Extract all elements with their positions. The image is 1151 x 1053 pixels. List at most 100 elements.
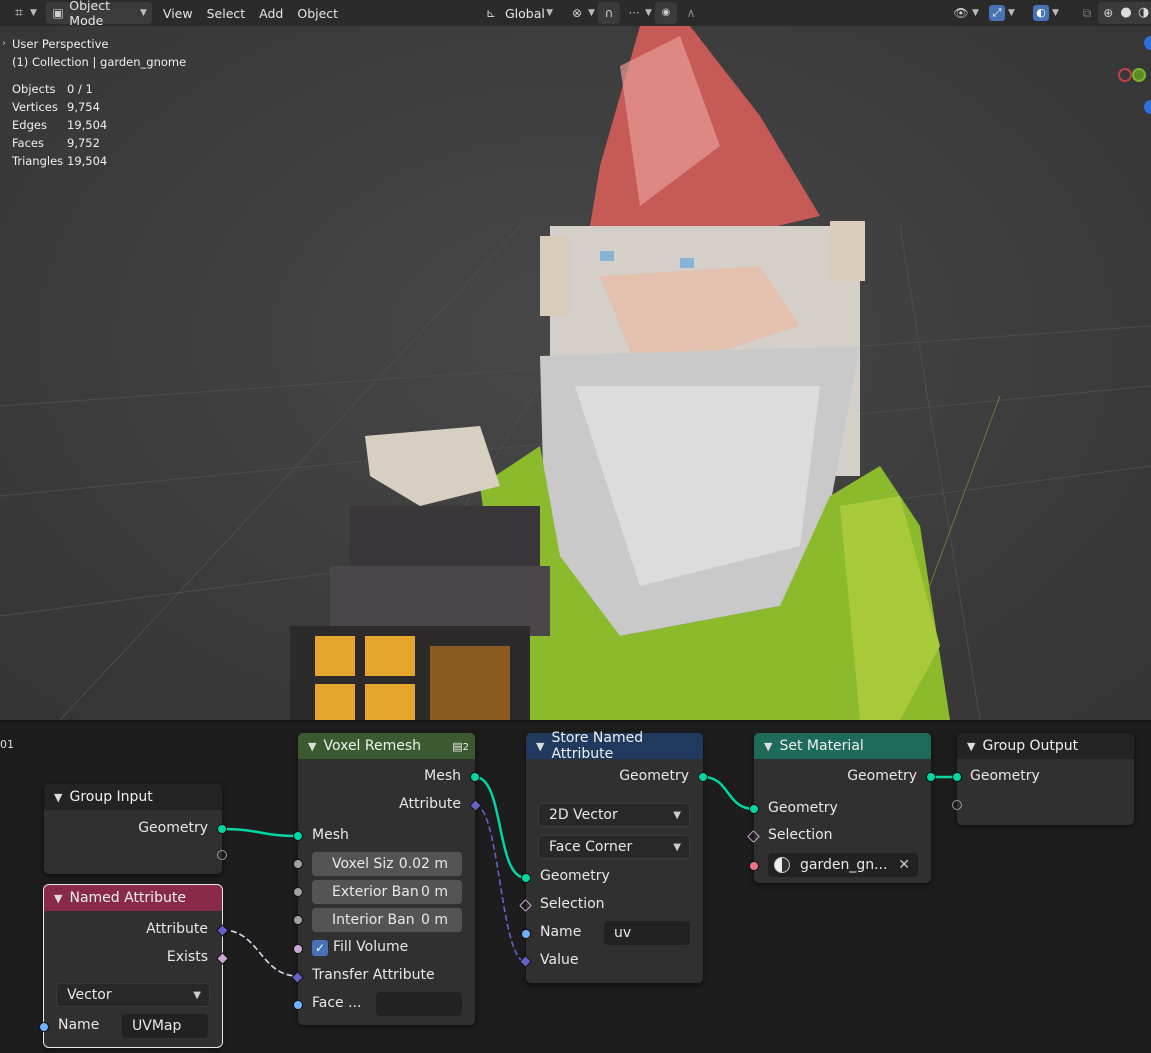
collapse-chevron-icon[interactable]: ▼ <box>536 740 544 753</box>
mesh-output-socket[interactable] <box>470 772 480 782</box>
domain-dropdown[interactable]: Face Corner ▼ <box>538 835 690 859</box>
magnet-icon: ∩ <box>604 6 614 20</box>
menu-select[interactable]: Select <box>202 2 251 24</box>
overlays-toggle[interactable]: ◐ ▼ <box>1028 2 1064 24</box>
node-header[interactable]: ▼ Group Output <box>957 733 1134 759</box>
face-input-socket[interactable] <box>293 1000 303 1010</box>
name-input-label: Name <box>540 924 582 940</box>
collapse-chevron-icon[interactable]: ▼ <box>54 892 62 905</box>
attribute-output-label: Attribute <box>399 796 461 812</box>
eye-icon: 👁 <box>953 6 969 20</box>
stat-row: Objects 0 / 1 <box>12 82 93 96</box>
geometry-input-socket[interactable] <box>521 873 531 883</box>
overlays-icon: ◐ <box>1033 5 1049 21</box>
clear-material-icon[interactable]: ✕ <box>898 857 910 873</box>
geometry-output-socket[interactable] <box>698 772 708 782</box>
viewport-grid <box>0 26 1151 720</box>
snap-increment-icon: ⋯ <box>628 6 640 19</box>
name-input-field[interactable]: uv <box>604 921 690 945</box>
exterior-band-field[interactable]: Exterior Ban 0 m <box>312 880 462 904</box>
menu-view[interactable]: View <box>158 2 198 24</box>
stat-row: Triangles 19,504 <box>12 154 108 168</box>
node-header[interactable]: ▼ Store Named Attribute <box>526 730 703 762</box>
node-group-icon[interactable]: ▤2 <box>452 740 469 753</box>
interior-band-field[interactable]: Interior Ban 0 m <box>312 908 462 932</box>
voxel-size-field[interactable]: Voxel Siz 0.02 m <box>312 852 462 876</box>
voxel-size-socket[interactable] <box>293 859 303 869</box>
data-type-dropdown[interactable]: Vector ▼ <box>56 983 210 1007</box>
material-shading-icon[interactable]: ◑ <box>1136 5 1151 21</box>
collapse-chevron-icon[interactable]: ▼ <box>308 740 316 753</box>
collapse-chevron-icon[interactable]: ▼ <box>54 791 62 804</box>
fill-volume-label: Fill Volume <box>333 939 409 955</box>
shading-mode-buttons[interactable]: ⊕ ● ◑ <box>1098 2 1151 24</box>
view-info: User Perspective (1) Collection | garden… <box>12 35 186 71</box>
group-output-node[interactable]: ▼ Group Output Geometry <box>952 733 1134 825</box>
solid-shading-icon[interactable]: ● <box>1119 5 1134 21</box>
data-type-dropdown[interactable]: 2D Vector ▼ <box>538 803 690 827</box>
sidebar-toggle-icon[interactable]: › <box>2 38 6 49</box>
set-material-node[interactable]: ▼ Set Material Geometry Geometry Selecti… <box>747 733 936 883</box>
geometry-input-socket[interactable] <box>749 804 759 814</box>
scene-stats: Objects 0 / 1 Vertices 9,754 Edges 19,504 F… <box>12 80 107 170</box>
group-input-node[interactable]: ▼ Group Input Geometry <box>44 784 227 874</box>
node-header[interactable]: ▼ Named Attribute <box>44 885 222 911</box>
falloff-button[interactable]: ∧ <box>678 2 704 24</box>
menu-add[interactable]: Add <box>254 2 288 24</box>
proportional-edit-toggle[interactable]: ◉ <box>655 2 677 24</box>
store-named-attribute-node[interactable]: ▼ Store Named Attribute Geometry 2D Vect… <box>519 730 708 983</box>
gnome-model[interactable] <box>290 26 950 720</box>
xray-toggle[interactable]: ⧉ <box>1074 2 1100 24</box>
node-header[interactable]: ▼ Group Input <box>44 784 222 810</box>
navigation-gizmo-x-icon[interactable] <box>1118 68 1132 82</box>
mode-dropdown[interactable]: ▣ Object Mode ▼ <box>45 0 152 28</box>
material-selector[interactable]: garden_gn... ✕ <box>768 853 918 877</box>
fill-volume-socket[interactable] <box>293 944 303 954</box>
falloff-curve-icon: ∧ <box>686 6 696 20</box>
3d-viewport[interactable]: User Perspective (1) Collection | garden… <box>0 26 1151 720</box>
material-name: garden_gn... <box>800 857 888 873</box>
wireframe-shading-icon[interactable]: ⊕ <box>1101 5 1116 21</box>
geometry-input-label: Geometry <box>540 868 610 884</box>
stat-row: Vertices 9,754 <box>12 100 100 114</box>
node-header[interactable]: ▼ Set Material <box>754 733 931 759</box>
geometry-node-editor[interactable]: 01 ▼ Group Input Geometry ▼ Named Attrib… <box>0 720 1151 1053</box>
empty-output-socket[interactable] <box>217 850 227 860</box>
snap-toggle[interactable]: ∩ <box>598 2 620 24</box>
transform-orientation-dropdown[interactable]: ⊾ Global ▼ <box>478 2 558 24</box>
pivot-point-button[interactable]: ⊗ ▼ <box>564 2 600 24</box>
geometry-output-socket[interactable] <box>217 824 227 834</box>
voxel-remesh-node[interactable]: ▼ Voxel Remesh ▤2 Mesh Attribute Mesh Vo… <box>291 733 482 1025</box>
mesh-input-socket[interactable] <box>293 831 303 841</box>
fill-volume-checkbox[interactable]: ✓ <box>312 940 328 956</box>
orientation-label: Global <box>505 5 545 21</box>
selection-input-label: Selection <box>768 827 833 843</box>
gizmo-toggle[interactable]: ⤢ ▼ <box>984 2 1020 24</box>
geometry-input-socket[interactable] <box>952 772 962 782</box>
name-input-socket[interactable] <box>521 929 531 939</box>
navigation-gizmo-y-icon[interactable] <box>1132 68 1146 82</box>
empty-input-socket[interactable] <box>952 800 962 810</box>
navigation-gizmo-z-icon[interactable] <box>1144 36 1151 50</box>
exterior-band-socket[interactable] <box>293 887 303 897</box>
material-input-socket[interactable] <box>749 861 759 871</box>
node-header[interactable]: ▼ Voxel Remesh ▤2 <box>298 733 475 759</box>
collapse-chevron-icon[interactable]: ▼ <box>764 740 772 753</box>
name-input-field[interactable]: UVMap <box>122 1014 208 1038</box>
face-input-label: Face ... <box>312 995 362 1011</box>
editor-type-button[interactable]: ⌗ ▼ <box>6 2 42 24</box>
mesh-input-label: Mesh <box>312 827 349 843</box>
geometry-output-socket[interactable] <box>926 772 936 782</box>
name-input-socket[interactable] <box>39 1022 49 1032</box>
collapse-chevron-icon[interactable]: ▼ <box>967 740 975 753</box>
navigation-gizmo-neg-z-icon[interactable] <box>1144 100 1151 114</box>
material-sphere-icon <box>774 857 790 873</box>
face-input-field[interactable] <box>376 992 462 1016</box>
named-attribute-node[interactable]: ▼ Named Attribute Attribute Exists Vecto… <box>39 884 229 1048</box>
visibility-dropdown[interactable]: 👁 ▼ <box>948 2 984 24</box>
snap-target-button[interactable]: ⋯ ▼ <box>621 2 657 24</box>
node-title: Group Input <box>69 789 153 805</box>
menu-object[interactable]: Object <box>292 2 343 24</box>
mode-label: Object Mode <box>69 0 110 28</box>
interior-band-socket[interactable] <box>293 915 303 925</box>
